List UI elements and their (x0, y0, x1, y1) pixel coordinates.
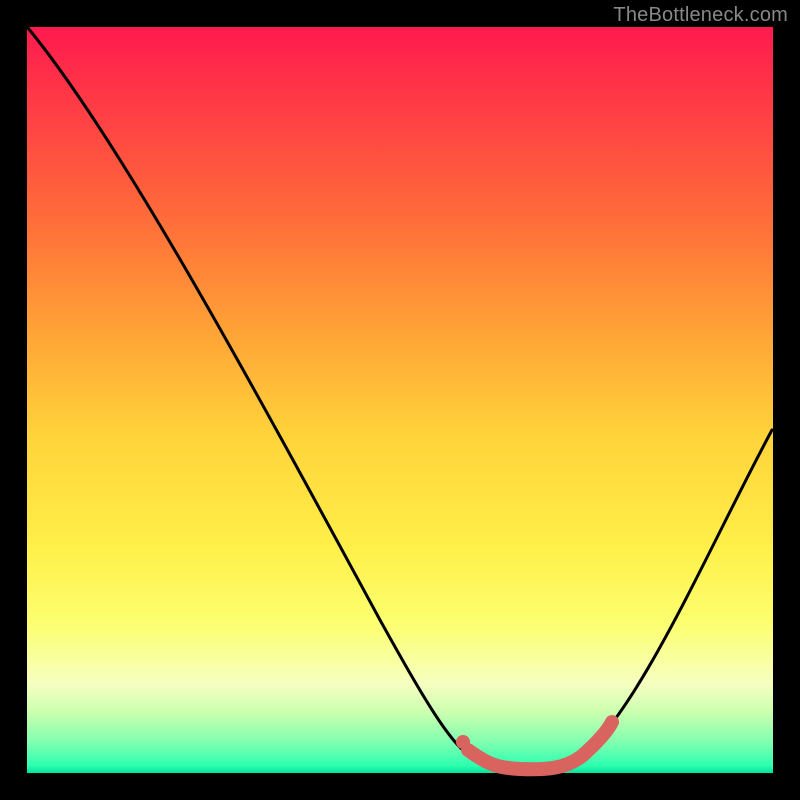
chart-gradient-background (27, 27, 773, 773)
watermark-text: TheBottleneck.com (613, 4, 788, 27)
chart-frame: TheBottleneck.com (0, 0, 800, 800)
